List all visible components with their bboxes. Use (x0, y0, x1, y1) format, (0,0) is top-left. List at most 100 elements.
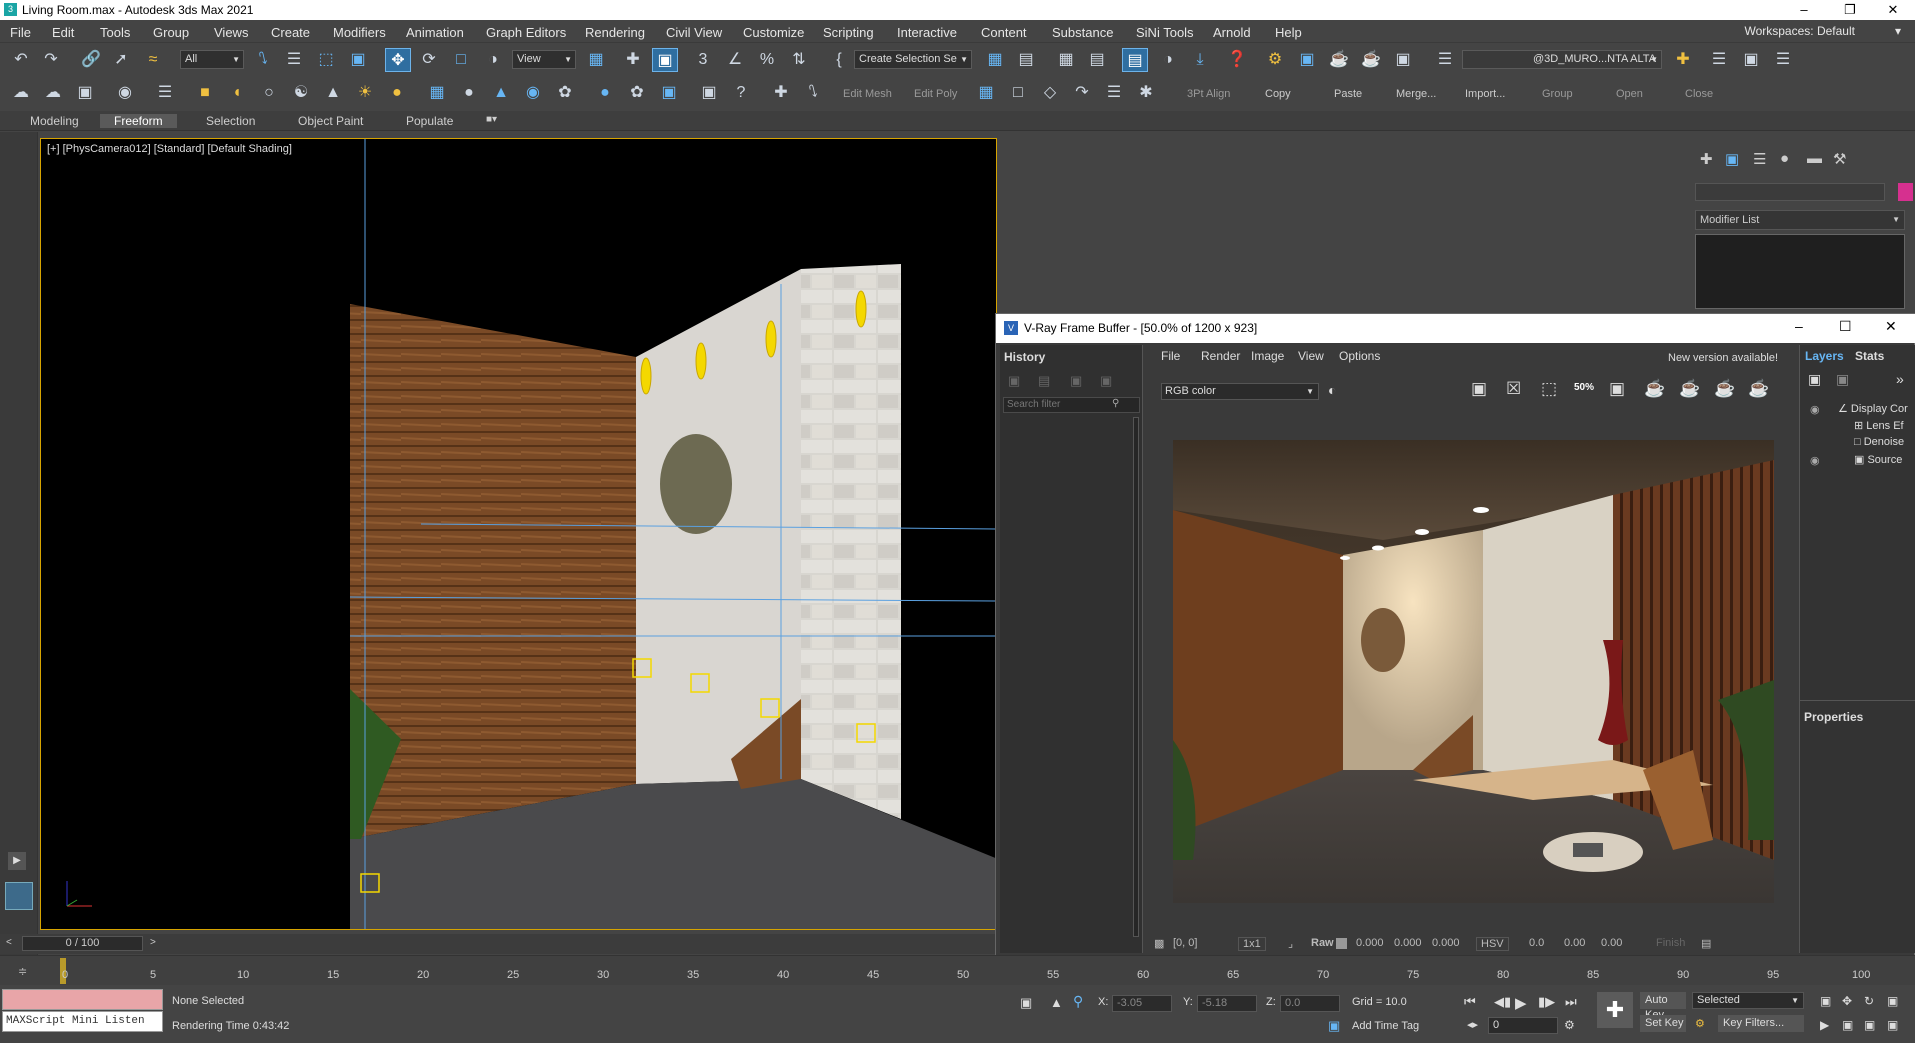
layer-explorer-icon[interactable]: ▦ (1053, 48, 1079, 72)
history-search-input[interactable]: Search filter (1003, 397, 1140, 413)
cone-icon[interactable]: ▲ (320, 81, 346, 105)
time-slider[interactable]: 0 / 100 (22, 936, 143, 951)
stop-render-icon[interactable]: ☕ (1644, 379, 1665, 399)
menu-file[interactable]: File (10, 25, 31, 40)
copy-label[interactable]: Copy (1265, 88, 1291, 100)
remove-layer-icon[interactable]: ▣ (1836, 371, 1849, 388)
curve-editor-icon[interactable]: ◑ (1155, 48, 1181, 72)
tab-layers[interactable]: Layers (1805, 349, 1844, 363)
key-icon[interactable]: ⚙ (1695, 1017, 1705, 1030)
minimize-icon[interactable]: – (1781, 0, 1827, 20)
close-label[interactable]: Close (1685, 88, 1713, 100)
motion-tab-icon[interactable]: ● (1780, 150, 1789, 167)
edit-mesh-label[interactable]: Edit Mesh (843, 88, 892, 100)
new-version-notice[interactable]: New version available! (1668, 352, 1778, 364)
snap-settings-icon[interactable]: ✚ (768, 81, 794, 105)
mini-curve-icon[interactable]: ≑ (18, 965, 27, 978)
select-by-name-icon[interactable]: ☰ (281, 48, 307, 72)
zoom-extents-icon[interactable]: ▣ (1820, 994, 1831, 1008)
track-mouse-icon[interactable]: ▣ (1609, 379, 1625, 399)
isolate-icon[interactable]: ▣ (1020, 995, 1032, 1011)
placement-icon[interactable]: ◑ (480, 48, 506, 72)
link-icon[interactable]: 🔗 (78, 48, 104, 72)
scatter-icon[interactable]: ✱ (1133, 81, 1159, 105)
save-image-icon[interactable]: ▣ (1471, 379, 1487, 399)
camera-icon[interactable]: ◉ (112, 81, 138, 105)
menu-arnold[interactable]: Arnold (1213, 25, 1251, 40)
menu-tools[interactable]: Tools (100, 25, 130, 40)
eye-icon[interactable]: ◉ (1810, 403, 1820, 416)
unlink-icon[interactable]: ➚ (108, 48, 134, 72)
x-coord-field[interactable]: -3.05 (1112, 995, 1172, 1012)
history-save-icon[interactable]: ▣ (1008, 373, 1020, 389)
tab-modeling[interactable]: Modeling (30, 114, 79, 128)
history-remove-icon[interactable]: ▣ (1100, 373, 1112, 389)
layer-denoiser[interactable]: □ Denoise (1854, 436, 1904, 448)
lock-icon[interactable]: ▲ (1050, 995, 1063, 1010)
layer-manager-icon[interactable]: ☰ (1432, 48, 1458, 72)
ribbon-toggle-icon[interactable]: ▤ (1122, 48, 1148, 72)
snaps-toggle-icon[interactable]: 3 (690, 48, 716, 72)
ref-manager-icon[interactable]: ▣ (696, 81, 722, 105)
fur-icon[interactable]: ● (456, 81, 482, 105)
history-ab-icon[interactable]: ▤ (1038, 373, 1050, 389)
open-label[interactable]: Open (1616, 88, 1643, 100)
display-tab-icon[interactable]: ▬ (1807, 150, 1822, 167)
material-editor-icon[interactable]: ❓ (1224, 48, 1250, 72)
auto-key-button[interactable]: Auto Key (1640, 992, 1686, 1021)
panel-divider[interactable] (1800, 700, 1915, 701)
y-coord-field[interactable]: -5.18 (1197, 995, 1257, 1012)
ambient-light-icon[interactable]: ● (384, 81, 410, 105)
render-window-icon[interactable]: ▣ (72, 81, 98, 105)
stack-icon[interactable]: ☰ (1101, 81, 1127, 105)
tab-object-paint[interactable]: Object Paint (298, 114, 363, 128)
key-mode-dropdown[interactable]: Selected ▼ (1692, 992, 1804, 1009)
maxscript-mini-listener[interactable]: MAXScript Mini Listen (2, 1011, 163, 1032)
sphere-light-icon[interactable]: ○ (256, 81, 282, 105)
align-icon[interactable]: ▤ (1013, 48, 1039, 72)
render-production-icon[interactable]: ☕ (1326, 48, 1352, 72)
current-frame-field[interactable]: 0 (1488, 1017, 1558, 1034)
import-label[interactable]: Import... (1465, 88, 1505, 100)
menu-scripting[interactable]: Scripting (823, 25, 874, 40)
fov-icon[interactable]: ▣ (1887, 994, 1898, 1008)
select-rotate-icon[interactable]: ⟳ (416, 48, 442, 72)
select-layer-icon[interactable]: ▣ (1738, 48, 1764, 72)
hierarchy-tab-icon[interactable]: ☰ (1753, 150, 1766, 168)
mirror-icon[interactable]: ▦ (982, 48, 1008, 72)
edit-poly-label[interactable]: Edit Poly (914, 88, 957, 100)
vfb-close-icon[interactable]: ✕ (1885, 318, 1897, 335)
clear-image-icon[interactable]: ☒ (1506, 379, 1521, 399)
history-scrollbar[interactable] (1133, 417, 1139, 937)
color-mode-dropdown[interactable]: HSV (1476, 937, 1509, 951)
modifier-stack[interactable] (1695, 234, 1905, 309)
add-time-tag[interactable]: Add Time Tag (1352, 1020, 1419, 1032)
menu-modifiers[interactable]: Modifiers (333, 25, 386, 40)
material-sphere-icon[interactable]: ● (592, 81, 618, 105)
vfb-menu-options[interactable]: Options (1339, 349, 1380, 363)
region-render-icon[interactable]: ⬚ (1541, 379, 1557, 399)
menu-views[interactable]: Views (214, 25, 248, 40)
dolly-icon[interactable]: ▣ (1842, 1018, 1853, 1032)
dome-icon[interactable]: ◖ (224, 81, 250, 105)
tab-freeform[interactable]: Freeform (100, 114, 177, 128)
vfb-minimize-icon[interactable]: – (1795, 318, 1803, 334)
prev-key-icon[interactable]: ◀▮ (1494, 994, 1511, 1010)
tab-populate[interactable]: Populate (406, 114, 453, 128)
render-output-image[interactable] (1173, 440, 1774, 903)
object-name-field[interactable] (1695, 183, 1885, 201)
select-object-icon[interactable]: ⭛ (250, 48, 276, 72)
render-cloud-icon[interactable]: ▣ (1390, 48, 1416, 72)
menu-civil-view[interactable]: Civil View (666, 25, 722, 40)
select-move-icon[interactable]: ✥ (385, 48, 411, 72)
pivot-center-icon[interactable]: ▦ (583, 48, 609, 72)
angle-snap-icon[interactable]: ∠ (722, 48, 748, 72)
menu-rendering[interactable]: Rendering (585, 25, 645, 40)
next-key-icon[interactable]: ▮▶ (1538, 994, 1555, 1010)
render-iterative-icon[interactable]: ☕ (1358, 48, 1384, 72)
manipulate-icon[interactable]: ✚ (620, 48, 646, 72)
menu-interactive[interactable]: Interactive (897, 25, 957, 40)
go-to-start-icon[interactable]: ⏮ (1464, 994, 1476, 1010)
menu-help[interactable]: Help (1275, 25, 1302, 40)
maximize-viewport-icon[interactable]: ▣ (1864, 1018, 1875, 1032)
